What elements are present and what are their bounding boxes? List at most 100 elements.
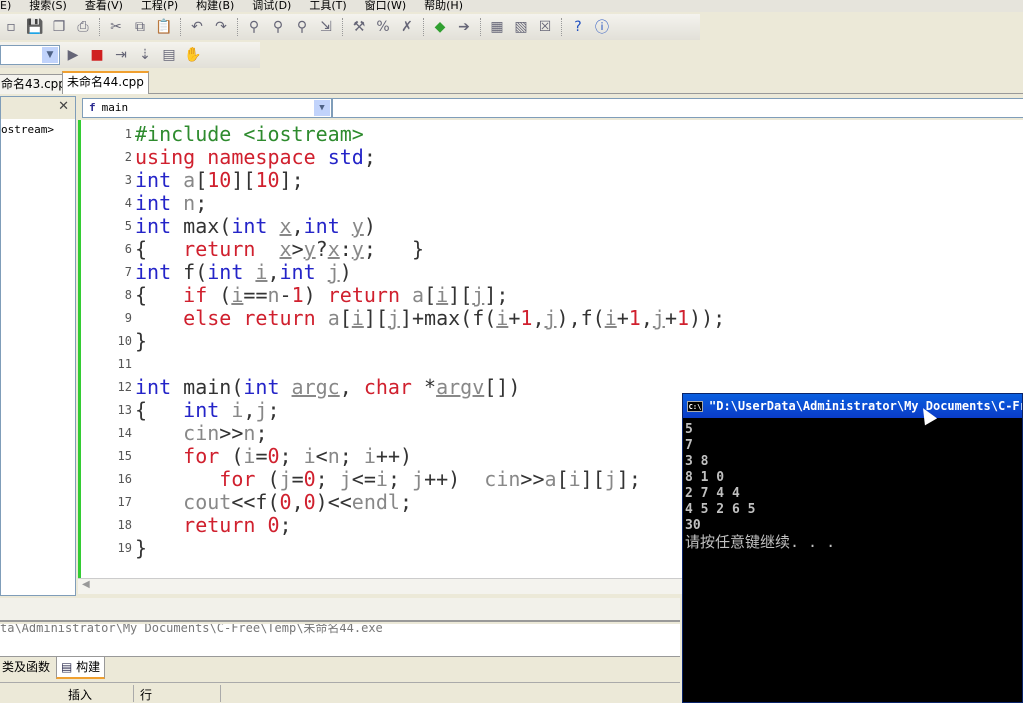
code-token: = bbox=[291, 467, 304, 491]
code-line[interactable]: 12 int main(int argc, char *argv[]) bbox=[81, 376, 521, 399]
code-token: ; } bbox=[363, 237, 425, 261]
redo-icon[interactable]: ↷ bbox=[210, 16, 232, 38]
menu-item[interactable]: E) bbox=[0, 0, 11, 11]
code-token: >> bbox=[520, 467, 545, 491]
step-into-icon[interactable]: ⇣ bbox=[134, 44, 156, 66]
code-token: ),f( bbox=[556, 306, 605, 330]
watch-icon[interactable]: ▤ bbox=[158, 44, 180, 66]
code-token: ][ bbox=[231, 168, 256, 192]
tab-build-label: 构建 bbox=[76, 660, 101, 674]
code-line[interactable]: 19} bbox=[81, 537, 148, 560]
code-line[interactable]: 17 cout<<f(0,0)<<endl; bbox=[81, 491, 412, 514]
code-token: > bbox=[291, 237, 304, 261]
import-icon[interactable]: ▧ bbox=[510, 16, 532, 38]
menu-item[interactable]: 查看(V) bbox=[85, 0, 123, 11]
console-window[interactable]: C:\ "D:\UserData\Administrator\My Documen… bbox=[682, 393, 1023, 703]
code-token: i bbox=[568, 467, 581, 491]
code-token: return bbox=[183, 513, 256, 537]
code-token: n bbox=[183, 191, 196, 215]
code-line[interactable]: 5 int max(int x,int y) bbox=[81, 215, 376, 238]
code-token: ]; bbox=[616, 467, 641, 491]
menu-item[interactable]: 调试(D) bbox=[252, 0, 291, 11]
forward-icon[interactable]: ➔ bbox=[453, 16, 475, 38]
tab-build[interactable]: ▤ 构建 bbox=[56, 657, 106, 679]
save-icon[interactable]: 💾 bbox=[24, 16, 46, 38]
menu-item[interactable]: 工具(T) bbox=[309, 0, 346, 11]
code-token: else bbox=[183, 306, 232, 330]
code-line[interactable]: 11 bbox=[81, 353, 135, 376]
code-line[interactable]: 13{ int i,j; bbox=[81, 399, 280, 422]
debug-run-icon[interactable]: ▶ bbox=[62, 44, 84, 66]
code-token: n bbox=[267, 283, 280, 307]
find-icon[interactable]: ⚲ bbox=[243, 16, 265, 38]
code-token: ]+max(f( bbox=[399, 306, 497, 330]
copy-icon[interactable]: ⧉ bbox=[129, 16, 151, 38]
step-icon[interactable]: ⇥ bbox=[110, 44, 132, 66]
menu-item[interactable]: 构建(B) bbox=[196, 0, 234, 11]
print-icon[interactable]: ⎙ bbox=[72, 16, 94, 38]
close-file-icon[interactable]: ☒ bbox=[534, 16, 556, 38]
code-token: 10 bbox=[255, 168, 280, 192]
code-line[interactable]: 10} bbox=[81, 330, 148, 353]
code-token: x bbox=[279, 214, 292, 238]
menu-item[interactable]: 搜索(S) bbox=[29, 0, 67, 11]
code-line[interactable]: 6{ return x>y?x:y; } bbox=[81, 238, 424, 261]
menu-item[interactable]: 窗口(W) bbox=[365, 0, 406, 11]
back-icon[interactable]: ◆ bbox=[429, 16, 451, 38]
console-title-bar[interactable]: C:\ "D:\UserData\Administrator\My Documen… bbox=[683, 394, 1022, 418]
save-all-icon[interactable]: ❐ bbox=[48, 16, 70, 38]
code-line[interactable]: 3 int a[10][10]; bbox=[81, 169, 304, 192]
function-combo[interactable]: f main ▼ bbox=[82, 98, 332, 118]
code-token: ][ bbox=[580, 467, 605, 491]
code-token: ; bbox=[195, 191, 208, 215]
menu-item[interactable]: 工程(P) bbox=[141, 0, 178, 11]
tab-file-43[interactable]: 命名43.cpp bbox=[0, 74, 71, 94]
run-icon[interactable]: % bbox=[372, 16, 394, 38]
new-icon[interactable]: ▫ bbox=[0, 16, 22, 38]
code-line[interactable]: 15 for (i=0; i<n; i++) bbox=[81, 445, 412, 468]
code-token: max( bbox=[171, 214, 232, 238]
code-token: { bbox=[135, 398, 184, 422]
code-token: j bbox=[387, 306, 400, 330]
code-line[interactable]: 16 for (j=0; j<=i; j++) cin>>a[i][j]; bbox=[81, 468, 641, 491]
chevron-down-icon[interactable]: ▼ bbox=[314, 100, 330, 116]
replace-icon[interactable]: ⚲ bbox=[291, 16, 313, 38]
help-icon[interactable]: ? bbox=[567, 16, 589, 38]
add-file-icon[interactable]: ▦ bbox=[486, 16, 508, 38]
config-combo[interactable]: ▼ bbox=[0, 45, 60, 65]
tab-file-44[interactable]: 未命名44.cpp bbox=[62, 71, 149, 94]
code-token: j bbox=[339, 467, 352, 491]
code-line[interactable]: 8{ if (i==n-1) return a[i][j]; bbox=[81, 283, 509, 307]
function-search-box[interactable] bbox=[332, 98, 1023, 118]
code-token: return bbox=[243, 306, 316, 330]
code-line[interactable]: 4 int n; bbox=[81, 191, 208, 215]
line-number: 11 bbox=[117, 357, 132, 371]
undo-icon[interactable]: ↶ bbox=[186, 16, 208, 38]
hand-icon[interactable]: ✋ bbox=[182, 44, 204, 66]
code-line[interactable]: 1 #include <iostream> bbox=[81, 123, 364, 146]
code-line[interactable]: 18 return 0; bbox=[81, 514, 292, 537]
menu-item[interactable]: 帮助(H) bbox=[424, 0, 463, 11]
goto-icon[interactable]: ⇲ bbox=[315, 16, 337, 38]
rebuild-icon[interactable]: ✗ bbox=[396, 16, 418, 38]
tree-item[interactable]: ostream> bbox=[1, 119, 75, 136]
code-line[interactable]: 14 cin>>n; bbox=[81, 422, 268, 445]
tab-classes-functions[interactable]: 类及函数 bbox=[0, 657, 54, 679]
code-token: i bbox=[255, 260, 268, 284]
debug-stop-icon[interactable]: ■ bbox=[86, 44, 108, 66]
code-line[interactable]: 9 else return a[i][j]+max(f(i+1,j),f(i+1… bbox=[81, 307, 725, 330]
find-next-icon[interactable]: ⚲ bbox=[267, 16, 289, 38]
close-icon[interactable]: ✕ bbox=[58, 99, 69, 114]
code-token: ++) bbox=[424, 467, 485, 491]
compile-icon[interactable]: ⚒ bbox=[348, 16, 370, 38]
chevron-down-icon[interactable]: ▼ bbox=[42, 47, 58, 63]
code-token: int bbox=[231, 214, 268, 238]
code-line[interactable]: 7 int f(int i,int j) bbox=[81, 261, 352, 284]
code-line[interactable]: 2 using namespace std; bbox=[81, 146, 376, 169]
scroll-left-icon[interactable]: ◀ bbox=[82, 579, 90, 590]
cut-icon[interactable]: ✂ bbox=[105, 16, 127, 38]
code-token: 0 bbox=[303, 490, 316, 514]
paste-icon[interactable]: 📋 bbox=[153, 16, 175, 38]
about-icon[interactable]: ⓘ bbox=[591, 16, 613, 38]
